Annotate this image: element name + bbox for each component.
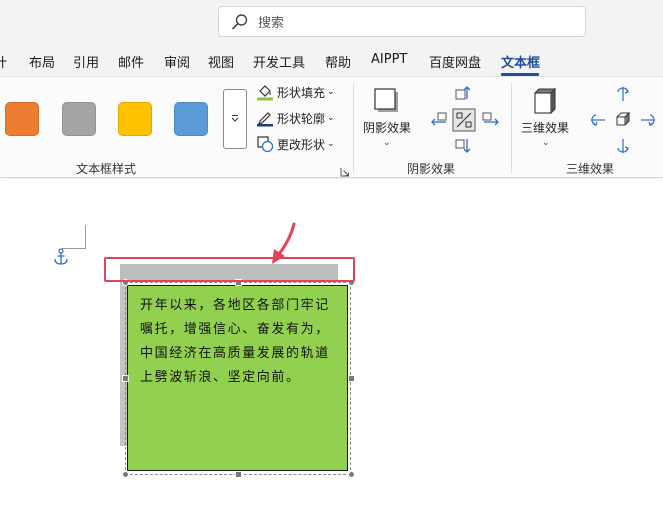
resize-handle-bottom-right[interactable] — [348, 471, 355, 478]
style-swatch-gray[interactable] — [62, 102, 96, 136]
shape-outline-label: 形状轮廓 — [277, 111, 326, 126]
chevron-down-icon: ⌄ — [327, 87, 335, 97]
tab-design[interactable]: 计 — [0, 52, 7, 71]
gallery-more-button[interactable] — [223, 89, 247, 149]
rotate-down-icon — [614, 139, 632, 159]
tilt-right-button[interactable] — [639, 111, 657, 134]
rotate-up-icon — [614, 87, 632, 107]
tab-developer[interactable]: 开发工具 — [253, 52, 305, 71]
change-shape-label: 更改形状 — [277, 137, 326, 152]
annotation-arrow-icon — [268, 222, 298, 266]
shape-fill-button[interactable]: 形状填充 ⌄ — [256, 83, 335, 101]
nudge-shadow-right-button[interactable] — [482, 111, 500, 134]
arrow-right-icon — [482, 112, 500, 133]
tab-textbox[interactable]: 文本框 — [501, 52, 540, 71]
shadow-effects-label: 阴影效果 — [363, 121, 412, 135]
three-d-effects-label: 三维效果 — [521, 121, 570, 135]
tab-mailings[interactable]: 邮件 — [118, 52, 144, 71]
search-placeholder: 搜索 — [258, 16, 285, 31]
tilt-down-button[interactable] — [614, 137, 632, 160]
anchor-icon[interactable] — [53, 248, 69, 266]
cube-icon — [533, 87, 557, 120]
change-shape-icon — [256, 135, 274, 153]
ribbon-tabs: 计 布局 引用 邮件 审阅 视图 开发工具 帮助 AIPPT 百度网盘 文本框 — [0, 46, 663, 76]
nudge-shadow-left-button[interactable] — [430, 111, 448, 134]
tab-layout[interactable]: 布局 — [29, 52, 55, 71]
resize-handle-right[interactable] — [348, 375, 355, 382]
chevron-down-icon: ⌄ — [327, 139, 335, 149]
chevron-down-icon: ⌄ — [383, 137, 391, 147]
paint-bucket-icon — [256, 83, 274, 101]
search-box[interactable]: 搜索 — [218, 6, 586, 37]
tab-help[interactable]: 帮助 — [325, 52, 351, 71]
tab-review[interactable]: 审阅 — [164, 52, 190, 71]
tab-references[interactable]: 引用 — [73, 52, 99, 71]
gallery-expand-icon — [230, 110, 240, 128]
group-label-three-d-effects: 三维效果 — [566, 162, 615, 176]
nudge-shadow-down-button[interactable] — [455, 137, 473, 160]
ribbon-panel: 形状填充 ⌄ 形状轮廓 ⌄ 更改形状 ⌄ 文本框样式 阴影效果 ⌄ 阴影效果 三… — [0, 76, 663, 178]
resize-handle-bottom-left[interactable] — [122, 471, 129, 478]
title-bar: 搜索 — [0, 0, 663, 46]
margin-corner-mark — [85, 225, 86, 249]
arrow-down-icon — [455, 139, 473, 159]
shape-fill-label: 形状填充 — [277, 85, 326, 100]
tab-view[interactable]: 视图 — [208, 52, 234, 71]
shape-outline-button[interactable]: 形状轮廓 ⌄ — [256, 109, 335, 127]
textbox-shadow-left — [120, 282, 127, 446]
dialog-launcher-icon[interactable] — [340, 164, 350, 177]
group-separator — [353, 83, 354, 173]
shadow-square-icon — [374, 88, 400, 119]
chevron-down-icon: ⌄ — [327, 113, 335, 123]
three-d-on-off-button[interactable] — [614, 111, 632, 134]
three-d-effects-button[interactable]: 三维效果 ⌄ — [517, 85, 573, 149]
rotate-right-icon — [639, 114, 657, 133]
change-shape-button[interactable]: 更改形状 ⌄ — [256, 135, 335, 153]
group-label-shadow-effects: 阴影效果 — [407, 162, 456, 176]
arrow-left-icon — [430, 112, 448, 133]
text-box[interactable]: 开年以来，各地区各部门牢记嘱托，增强信心、奋发有为，中国经济在高质量发展的轨道上… — [127, 285, 348, 471]
nudge-shadow-up-button[interactable] — [455, 85, 473, 108]
resize-handle-left[interactable] — [122, 375, 129, 382]
group-separator — [511, 83, 512, 173]
shadow-on-off-button[interactable] — [452, 108, 476, 137]
textbox-content[interactable]: 开年以来，各地区各部门牢记嘱托，增强信心、奋发有为，中国经济在高质量发展的轨道上… — [140, 294, 342, 390]
tilt-left-button[interactable] — [589, 111, 607, 134]
tab-aippt[interactable]: AIPPT — [371, 52, 407, 67]
style-swatch-orange[interactable] — [5, 102, 39, 136]
group-label-textbox-styles: 文本框样式 — [76, 162, 137, 176]
tilt-up-button[interactable] — [614, 85, 632, 108]
pen-icon — [256, 109, 274, 127]
shadow-toggle-icon — [452, 108, 476, 136]
arrow-up-icon — [455, 86, 473, 107]
style-swatch-blue[interactable] — [174, 102, 208, 136]
tab-baidu-netdisk[interactable]: 百度网盘 — [429, 52, 481, 71]
resize-handle-bottom[interactable] — [235, 471, 242, 478]
annotation-highlight-box — [104, 257, 355, 282]
shadow-effects-button[interactable]: 阴影效果 ⌄ — [360, 85, 414, 149]
style-swatch-gold[interactable] — [118, 102, 152, 136]
three-d-toggle-icon — [614, 111, 632, 133]
rotate-left-icon — [589, 114, 607, 133]
chevron-down-icon: ⌄ — [542, 137, 550, 147]
search-icon — [231, 13, 249, 31]
